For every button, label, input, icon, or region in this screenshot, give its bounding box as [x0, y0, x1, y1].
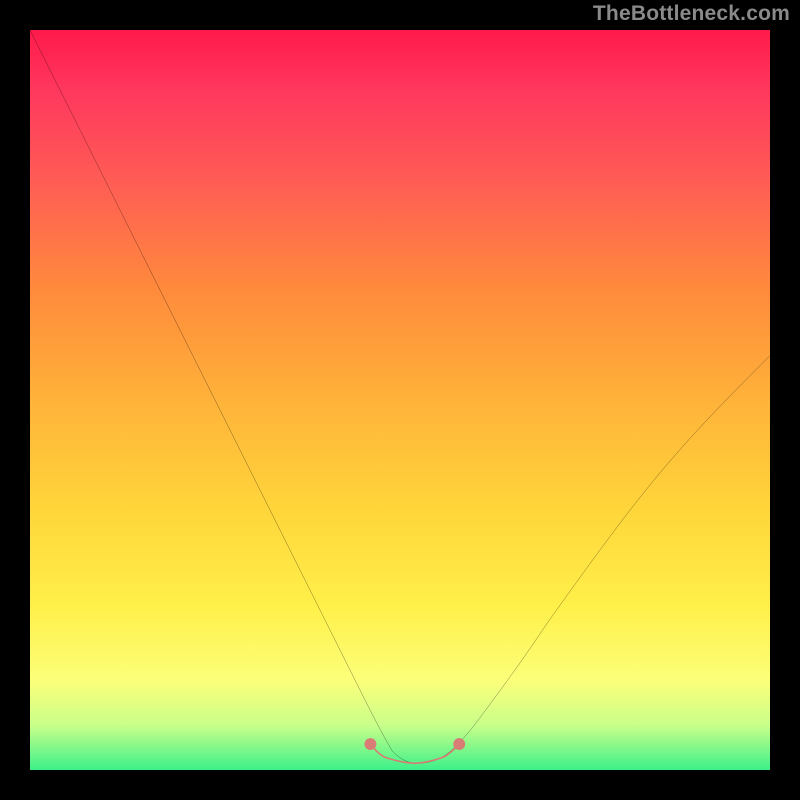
marker-dot-left [364, 738, 376, 750]
plot-area [30, 30, 770, 770]
bottleneck-curve [30, 30, 770, 763]
chart-svg [30, 30, 770, 770]
marker-dot-right [453, 738, 465, 750]
optimal-band-marker [370, 744, 459, 763]
chart-frame: TheBottleneck.com [0, 0, 800, 800]
watermark-text: TheBottleneck.com [593, 2, 790, 26]
